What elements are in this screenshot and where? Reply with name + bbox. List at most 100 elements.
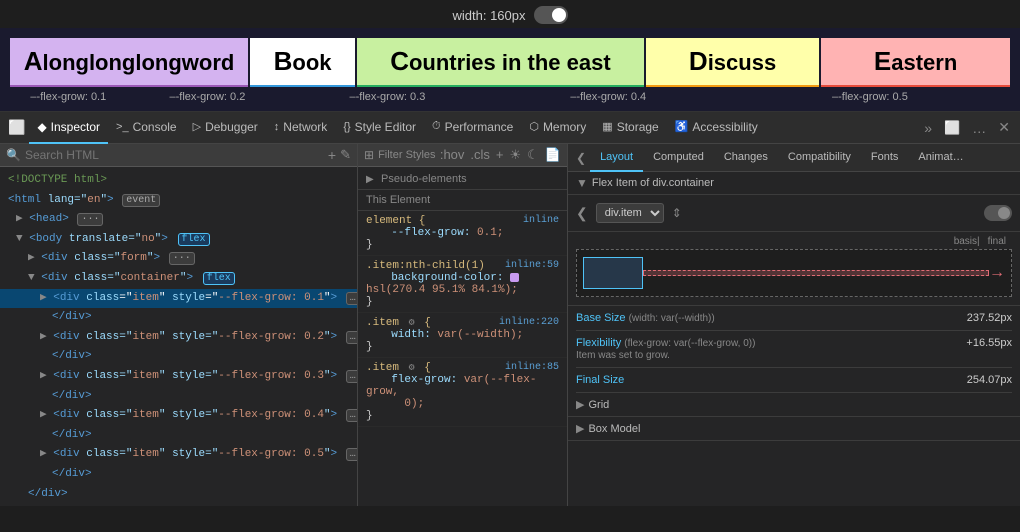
subtab-layout[interactable]: Layout xyxy=(590,144,643,172)
subtab-computed[interactable]: Computed xyxy=(643,144,714,172)
flex-viz-row: ❮ div.item ⇕ xyxy=(568,195,1020,232)
flex-label-3: –-flex-grow: 0.3 xyxy=(288,89,486,105)
css-rule-item-width: .item ⚙ { inline:220 width: var(--width)… xyxy=(358,313,567,358)
css-source-inline59: inline:59 xyxy=(505,260,559,271)
moon-icon[interactable]: ☾ xyxy=(527,147,539,163)
demo-area: Alonglonglongword Book Countries in the … xyxy=(0,28,1020,112)
flex-label-1: –-flex-grow: 0.1 xyxy=(10,89,127,105)
dock-button[interactable]: ⬜ xyxy=(938,120,966,136)
flex-section-arrow[interactable]: ▼ xyxy=(576,176,588,190)
base-size-row: Base Size (width: var(--width)) 237.52px xyxy=(576,306,1012,331)
flex-item-selector[interactable]: div.item xyxy=(596,203,664,223)
grid-section-header[interactable]: ▶ Grid xyxy=(568,393,1020,417)
pseudo-elements[interactable]: ▶ Pseudo-elements xyxy=(358,167,567,190)
flex-item-4: Discuss xyxy=(646,38,819,87)
css-source-inline85: inline:85 xyxy=(505,362,559,373)
page-icon[interactable]: 📄 xyxy=(545,147,561,163)
html-line-item3[interactable]: ▶ <div class="item" style="--flex-grow: … xyxy=(0,367,357,387)
css-close-brace4: } xyxy=(366,410,373,422)
flex-selector-arrow: ⇕ xyxy=(672,206,682,220)
css-prop-bg-color: background-color: hsl(270.4 95.1% 84.1%)… xyxy=(366,272,521,296)
html-line-container-close[interactable]: </div> xyxy=(0,485,357,505)
layout-back-button[interactable]: ❮ xyxy=(572,151,590,165)
flex-prev-button[interactable]: ❮ xyxy=(576,205,588,222)
grid-expand-arrow: ▶ xyxy=(576,398,584,411)
flex-overlay-toggle[interactable] xyxy=(984,205,1012,221)
flex-item-header: ▼ Flex Item of div.container xyxy=(568,172,1020,195)
css-prop-flex-grow-val: 0); xyxy=(366,398,424,410)
html-panel: 🔍 + ✎ <!DOCTYPE html> <html lang="en"> e… xyxy=(0,144,358,506)
plus-button[interactable]: + xyxy=(496,147,504,163)
html-line-item1-close[interactable]: </div> xyxy=(0,308,357,328)
close-devtools-button[interactable]: ✕ xyxy=(992,119,1016,136)
style-editor-icon: {} xyxy=(343,121,350,133)
html-line-doctype[interactable]: <!DOCTYPE html> xyxy=(0,171,357,191)
html-line-item2[interactable]: ▶ <div class="item" style="--flex-grow: … xyxy=(0,328,357,348)
html-line-code[interactable]: ▶ <div class="code" style="display: none… xyxy=(0,504,357,506)
final-size-label: Final Size xyxy=(576,374,646,386)
css-close-brace2: } xyxy=(366,296,373,308)
layout-info-rows: Base Size (width: var(--width)) 237.52px… xyxy=(568,306,1020,393)
base-size-label: Base Size xyxy=(576,312,626,324)
html-line-item1[interactable]: ▶ <div class="item" style="--flex-grow: … xyxy=(0,289,357,309)
html-line-item5-close[interactable]: </div> xyxy=(0,465,357,485)
pick-element-button[interactable]: ✎ xyxy=(340,147,351,163)
html-line-container[interactable]: ▼ <div class="container"> flex xyxy=(0,269,357,289)
base-size-value: 237.52px xyxy=(967,312,1012,324)
flex-item-5: Eastern xyxy=(821,38,1010,87)
subtab-changes[interactable]: Changes xyxy=(714,144,778,172)
subtab-animations[interactable]: Animat… xyxy=(908,144,973,172)
html-line-head[interactable]: ▶ <head> ··· xyxy=(0,210,357,230)
box-model-section-header[interactable]: ▶ Box Model xyxy=(568,417,1020,441)
flex-item-3: Countries in the east xyxy=(357,38,644,87)
html-line-item4[interactable]: ▶ <div class="item" style="--flex-grow: … xyxy=(0,406,357,426)
subtab-fonts[interactable]: Fonts xyxy=(861,144,909,172)
html-line-item3-close[interactable]: </div> xyxy=(0,387,357,407)
css-source-inline: inline xyxy=(523,215,559,226)
flex-demo: Alonglonglongword Book Countries in the … xyxy=(10,38,1010,87)
hover-pseudo-button[interactable]: :hov xyxy=(440,147,465,163)
tab-memory[interactable]: ⬡ Memory xyxy=(521,112,594,144)
screenshot-icon[interactable]: ⬜ xyxy=(4,119,29,136)
tab-storage[interactable]: ▦ Storage xyxy=(594,112,666,144)
final-size-value: 254.07px xyxy=(967,374,1012,386)
tab-network[interactable]: ↕ Network xyxy=(266,112,336,144)
css-close-brace3: } xyxy=(366,341,373,353)
html-line-form[interactable]: ▶ <div class="form"> ··· xyxy=(0,249,357,269)
css-source-inline220: inline:220 xyxy=(499,317,559,328)
flexibility-value: +16.55px xyxy=(966,337,1012,349)
width-toggle[interactable] xyxy=(534,6,568,24)
flexibility-row: Flexibility (flex-grow: var(--flex-grow,… xyxy=(576,331,1012,368)
tab-performance[interactable]: ⏱ Performance xyxy=(424,112,521,144)
tab-debugger[interactable]: ▷ Debugger xyxy=(185,112,266,144)
tab-console[interactable]: >_ Console xyxy=(108,112,185,144)
overflow-menu-button[interactable]: … xyxy=(966,120,992,136)
html-line-html[interactable]: <html lang="en"> event xyxy=(0,191,357,211)
style-filter-bar: ⊞ Filter Styles :hov .cls + ☀ ☾ 📄 xyxy=(358,144,567,167)
flexibility-sub: (flex-grow: var(--flex-grow, 0)) xyxy=(624,338,755,349)
flex-label-4: –-flex-grow: 0.4 xyxy=(489,89,728,105)
sun-icon[interactable]: ☀ xyxy=(510,147,522,163)
tab-inspector[interactable]: ◆ Inspector xyxy=(29,112,108,144)
flex-box-diagram: → xyxy=(576,249,1012,297)
final-label: final xyxy=(988,236,1006,247)
html-search-input[interactable] xyxy=(25,148,324,162)
html-line-body[interactable]: ▼ <body translate="no"> flex xyxy=(0,230,357,250)
box-model-label: Box Model xyxy=(588,423,640,435)
tab-style-editor[interactable]: {} Style Editor xyxy=(335,112,424,144)
html-line-item2-close[interactable]: </div> xyxy=(0,347,357,367)
css-prop-flex-grow: flex-grow: var(--flex-grow, xyxy=(366,374,536,398)
tab-accessibility[interactable]: ♿ Accessibility xyxy=(667,112,766,144)
add-node-button[interactable]: + xyxy=(328,147,336,163)
html-line-item5[interactable]: ▶ <div class="item" style="--flex-grow: … xyxy=(0,445,357,465)
layout-panel: ❮ Layout Computed Changes Compatibility … xyxy=(568,144,1020,506)
filter-styles-label: Filter Styles xyxy=(378,149,435,161)
css-close-brace: } xyxy=(366,239,373,251)
css-selector-element: element { xyxy=(366,215,425,227)
html-line-item4-close[interactable]: </div> xyxy=(0,426,357,446)
subtab-compatibility[interactable]: Compatibility xyxy=(778,144,861,172)
cls-button[interactable]: .cls xyxy=(470,147,490,163)
base-size-sub: (width: var(--width)) xyxy=(629,313,715,324)
more-tabs-button[interactable]: » xyxy=(918,120,938,136)
pseudo-expand-arrow: ▶ xyxy=(366,174,374,185)
